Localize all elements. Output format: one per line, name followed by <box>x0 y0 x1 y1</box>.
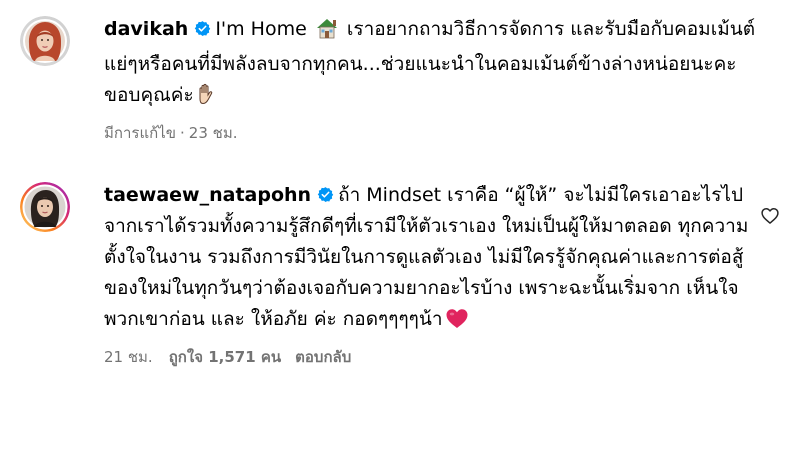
verified-badge-icon <box>317 182 334 202</box>
comment-meta: 21 ชม. ถูกใจ 1,571 คน ตอบกลับ <box>104 347 764 367</box>
comment-body: taewaew_natapohn ถ้า Mindset เราคือ “ผู้ใ… <box>104 180 764 367</box>
comment-body: davikah I'm Home เราอยากถามวิธีการจัดการ … <box>104 14 764 143</box>
red-heart-emoji-icon <box>445 308 469 339</box>
avatar[interactable] <box>20 16 70 66</box>
waving-hand-emoji-icon <box>196 83 216 115</box>
timestamp[interactable]: 21 ชม. <box>104 348 153 366</box>
comment-meta: มีการแก้ไข · 23 ชม. <box>104 123 764 143</box>
like-button[interactable] <box>760 206 780 226</box>
comment-text: davikah I'm Home เราอยากถามวิธีการจัดการ … <box>104 14 764 115</box>
likes-count[interactable]: ถูกใจ 1,571 คน <box>169 348 281 366</box>
verified-badge-icon <box>194 16 211 36</box>
meta-separator: · <box>180 124 185 142</box>
comment-text: taewaew_natapohn ถ้า Mindset เราคือ “ผู้ใ… <box>104 180 764 339</box>
avatar-image <box>20 182 70 232</box>
comment-text-start: I'm Home <box>215 18 307 40</box>
edited-label: มีการแก้ไข <box>104 124 176 142</box>
heart-outline-icon <box>761 208 779 224</box>
username[interactable]: davikah <box>104 18 188 40</box>
house-emoji-icon <box>315 17 339 49</box>
avatar-image <box>20 16 70 66</box>
username[interactable]: taewaew_natapohn <box>104 184 311 206</box>
timestamp[interactable]: 23 ชม. <box>189 124 238 142</box>
reply-button[interactable]: ตอบกลับ <box>295 348 351 366</box>
avatar[interactable] <box>20 182 70 232</box>
